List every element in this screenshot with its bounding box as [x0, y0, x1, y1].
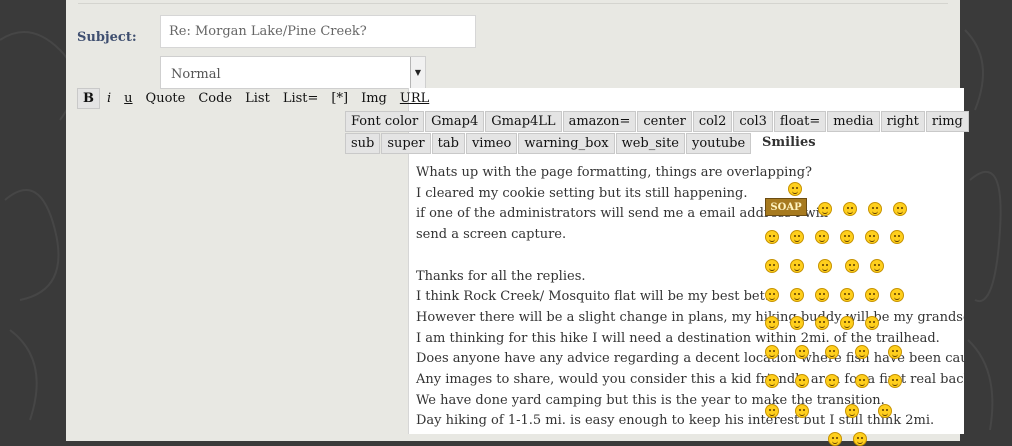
list-item-button[interactable]: [*] — [325, 88, 354, 109]
smiley-icon[interactable] — [840, 230, 854, 244]
amazon-button[interactable]: amazon= — [562, 111, 637, 132]
tab-button[interactable]: tab — [431, 133, 465, 154]
message-body[interactable]: Whats up with the page formatting, thing… — [416, 163, 964, 432]
smiley-icon[interactable] — [855, 374, 869, 388]
smiley-icon[interactable] — [878, 404, 892, 418]
smiley-icon[interactable] — [790, 316, 804, 330]
smiley-icon[interactable] — [765, 316, 779, 330]
smiley-icon[interactable] — [765, 374, 779, 388]
subject-label: Subject: — [77, 30, 137, 45]
col2-button[interactable]: col2 — [692, 111, 733, 132]
smiley-icon[interactable] — [840, 288, 854, 302]
smiley-icon[interactable] — [788, 182, 802, 196]
bbcode-toolbar-row2: Font color Gmap4 Gmap4LL amazon= center … — [345, 111, 970, 132]
gmap4ll-button[interactable]: Gmap4LL — [485, 111, 562, 132]
smiley-icon[interactable] — [765, 404, 779, 418]
message-line: I think Rock Creek/ Mosquito flat will b… — [416, 289, 769, 305]
center-button[interactable]: center — [637, 111, 692, 132]
smiley-icon[interactable] — [868, 202, 882, 216]
smiley-icon[interactable] — [890, 230, 904, 244]
float-button[interactable]: float= — [773, 111, 827, 132]
smiley-icon[interactable] — [765, 345, 779, 359]
smiley-icon[interactable] — [865, 316, 879, 330]
smiley-icon[interactable] — [818, 202, 832, 216]
smiley-icon[interactable] — [845, 259, 859, 273]
smiley-icon[interactable] — [765, 230, 779, 244]
smiley-icon[interactable] — [828, 432, 842, 446]
smiley-icon[interactable] — [888, 345, 902, 359]
smiley-icon[interactable] — [893, 202, 907, 216]
chevron-down-icon[interactable]: ▼ — [410, 57, 425, 88]
col3-button[interactable]: col3 — [733, 111, 773, 132]
smiley-icon[interactable] — [795, 374, 809, 388]
font-size-select[interactable]: Normal ▼ — [160, 56, 426, 89]
smiley-icon[interactable] — [765, 288, 779, 302]
smilies-title: Smilies — [762, 135, 816, 150]
message-line: Any images to share, would you consider … — [416, 372, 964, 388]
smiley-icon[interactable] — [853, 432, 867, 446]
vimeo-button[interactable]: vimeo — [465, 133, 518, 154]
smiley-icon[interactable] — [790, 230, 804, 244]
smiley-icon[interactable] — [845, 404, 859, 418]
font-size-value: Normal — [171, 67, 221, 82]
font-color-button[interactable]: Font color — [345, 111, 425, 132]
message-line: send a screen capture. — [416, 227, 567, 243]
smiley-icon[interactable] — [795, 404, 809, 418]
smiley-icon[interactable] — [815, 288, 829, 302]
message-line: I cleared my cookie setting but its stil… — [416, 185, 748, 201]
divider — [78, 3, 948, 4]
code-button[interactable]: Code — [192, 88, 238, 109]
smiley-icon[interactable] — [795, 345, 809, 359]
smiley-icon[interactable] — [870, 259, 884, 273]
media-button[interactable]: media — [827, 111, 880, 132]
smiley-icon[interactable] — [888, 374, 902, 388]
super-button[interactable]: super — [381, 133, 431, 154]
smiley-icon[interactable] — [840, 316, 854, 330]
smiley-icon[interactable] — [843, 202, 857, 216]
underline-button[interactable]: u — [118, 88, 138, 109]
quote-button[interactable]: Quote — [140, 88, 192, 109]
url-button[interactable]: URL — [394, 88, 435, 109]
smiley-icon[interactable] — [825, 345, 839, 359]
list-button[interactable]: List — [239, 88, 276, 109]
smiley-icon[interactable] — [825, 374, 839, 388]
italic-button[interactable]: i — [101, 88, 117, 109]
right-button[interactable]: right — [880, 111, 925, 132]
smiley-icon[interactable] — [790, 259, 804, 273]
smiley-icon[interactable] — [865, 288, 879, 302]
youtube-button[interactable]: youtube — [686, 133, 752, 154]
subject-input[interactable]: Re: Morgan Lake/Pine Creek? — [160, 15, 476, 48]
smiley-icon[interactable] — [855, 345, 869, 359]
bbcode-toolbar-row3: sub super tab vimeo warning_box web_site… — [345, 133, 752, 154]
message-line: Does anyone have any advice regarding a … — [416, 351, 964, 367]
soap-smiley-icon[interactable]: SOAP — [765, 198, 807, 216]
smiley-icon[interactable] — [865, 230, 879, 244]
smiley-icon[interactable] — [815, 230, 829, 244]
message-line: Whats up with the page formatting, thing… — [416, 165, 812, 180]
gmap4-button[interactable]: Gmap4 — [425, 111, 485, 132]
smiley-icon[interactable] — [890, 288, 904, 302]
smiley-icon[interactable] — [790, 288, 804, 302]
smiley-icon[interactable] — [818, 259, 832, 273]
smiley-icon[interactable] — [815, 316, 829, 330]
list-ordered-button[interactable]: List= — [277, 88, 325, 109]
message-line: I am thinking for this hike I will need … — [416, 330, 940, 346]
bold-button[interactable]: B — [77, 88, 100, 109]
sub-button[interactable]: sub — [345, 133, 381, 154]
message-line: However there will be a slight change in… — [416, 309, 964, 325]
warning-box-button[interactable]: warning_box — [518, 133, 615, 154]
smiley-icon[interactable] — [765, 259, 779, 273]
rimg-button[interactable]: rimg — [925, 111, 969, 132]
img-button[interactable]: Img — [355, 88, 393, 109]
bbcode-toolbar-row1: B i u Quote Code List List= [*] Img URL — [77, 88, 436, 109]
web-site-button[interactable]: web_site — [615, 133, 685, 154]
